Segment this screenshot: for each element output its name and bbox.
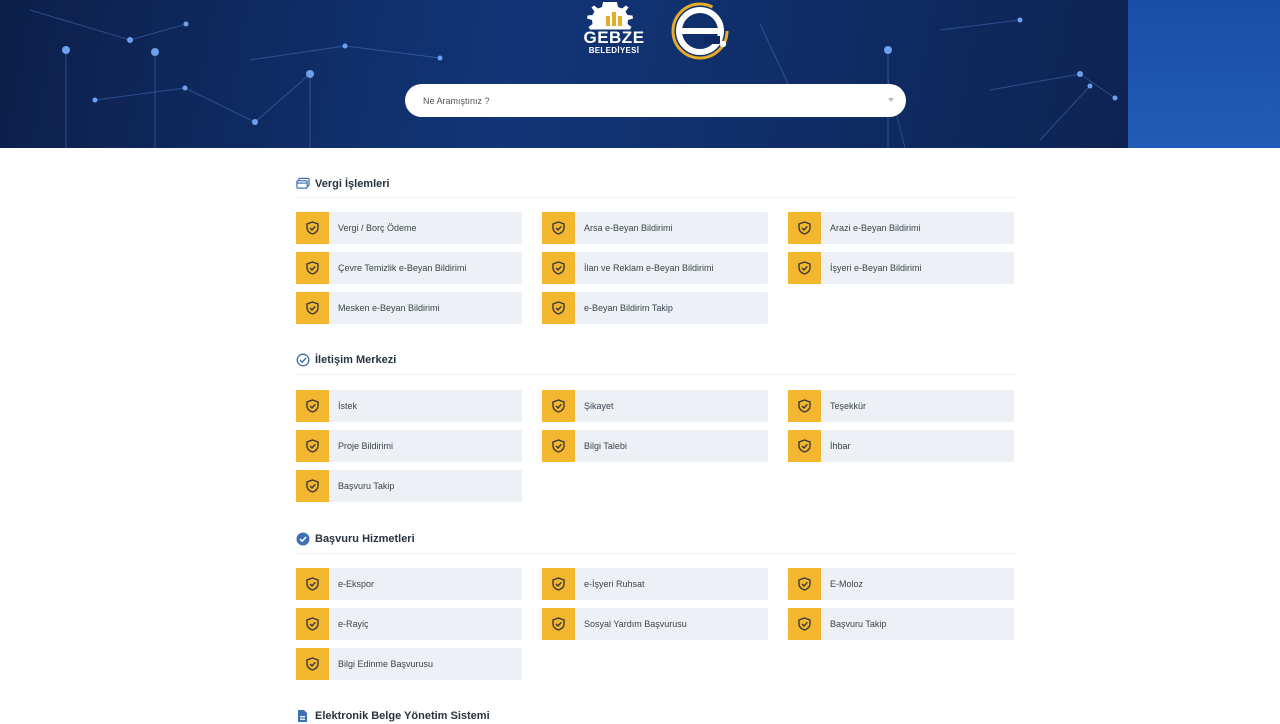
- shield-check-icon: [296, 430, 329, 462]
- shield-check-icon: [788, 212, 821, 244]
- shield-check-icon: [296, 648, 329, 680]
- service-label: Bilgi Talebi: [584, 441, 627, 451]
- divider: [296, 197, 1016, 198]
- shield-check-icon: [788, 568, 821, 600]
- shield-check-icon: [542, 568, 575, 600]
- service-label: Bilgi Edinme Başvurusu: [338, 659, 434, 669]
- service-tile[interactable]: Bilgi Edinme Başvurusu: [296, 648, 522, 680]
- check-circle-outline-icon: [296, 353, 310, 367]
- shield-check-icon: [296, 608, 329, 640]
- service-tile[interactable]: e-Beyan Bildirim Takip: [542, 292, 768, 324]
- header-side-panel: [1128, 0, 1280, 148]
- logo-text-belediyesi: BELEDİYESİ: [588, 46, 640, 55]
- service-tile[interactable]: İlan ve Reklam e-Beyan Bildirimi: [542, 252, 768, 284]
- section-title: Başvuru Hizmetleri: [315, 533, 415, 545]
- check-circle-filled-icon: [296, 532, 310, 546]
- section-header: Vergi İşlemleri: [296, 176, 390, 192]
- service-label: e-Ekspor: [338, 579, 375, 589]
- search-input[interactable]: [423, 95, 888, 106]
- service-label: E-Moloz: [830, 579, 864, 589]
- service-label: Şikayet: [584, 401, 614, 411]
- service-tile[interactable]: e-Ekspor: [296, 568, 522, 600]
- service-tile[interactable]: Bilgi Talebi: [542, 430, 768, 462]
- service-tile[interactable]: Vergi / Borç Ödeme: [296, 212, 522, 244]
- shield-check-icon: [788, 390, 821, 422]
- e-belediye-logo[interactable]: [670, 0, 732, 62]
- divider: [296, 553, 1016, 554]
- section-header: Başvuru Hizmetleri: [296, 531, 415, 547]
- shield-check-icon: [542, 390, 575, 422]
- header-banner: GEBZE BELEDİYESİ: [0, 0, 1280, 148]
- shield-check-icon: [542, 292, 575, 324]
- service-tile[interactable]: İstek: [296, 390, 522, 422]
- service-label: Arazi e-Beyan Bildirimi: [830, 223, 921, 233]
- service-label: İlan ve Reklam e-Beyan Bildirimi: [584, 263, 714, 273]
- service-label: e-Rayiç: [338, 619, 369, 629]
- shield-check-icon: [542, 430, 575, 462]
- document-icon: [296, 709, 310, 723]
- e-logo-icon: [671, 2, 729, 60]
- service-label: İşyeri e-Beyan Bildirimi: [830, 263, 922, 273]
- chevron-down-icon[interactable]: [888, 98, 894, 102]
- service-label: Çevre Temizlik e-Beyan Bildirimi: [338, 263, 467, 273]
- service-tile[interactable]: E-Moloz: [788, 568, 1014, 600]
- shield-check-icon: [296, 252, 329, 284]
- service-tile[interactable]: Başvuru Takip: [788, 608, 1014, 640]
- cards-icon: [296, 177, 310, 191]
- service-tile[interactable]: Mesken e-Beyan Bildirimi: [296, 292, 522, 324]
- section-header: Elektronik Belge Yönetim Sistemi: [296, 708, 490, 724]
- service-label: Sosyal Yardım Başvurusu: [584, 619, 687, 629]
- shield-check-icon: [788, 430, 821, 462]
- service-tile[interactable]: Başvuru Takip: [296, 470, 522, 502]
- service-label: Proje Bildirimi: [338, 441, 394, 451]
- section-title: Elektronik Belge Yönetim Sistemi: [315, 710, 490, 722]
- shield-check-icon: [296, 292, 329, 324]
- service-tile[interactable]: Arsa e-Beyan Bildirimi: [542, 212, 768, 244]
- service-tile[interactable]: Arazi e-Beyan Bildirimi: [788, 212, 1014, 244]
- service-label: e-İşyeri Ruhsat: [584, 579, 645, 589]
- divider: [296, 374, 1016, 375]
- service-tile[interactable]: e-Rayiç: [296, 608, 522, 640]
- service-label: Arsa e-Beyan Bildirimi: [584, 223, 673, 233]
- logo-group: GEBZE BELEDİYESİ: [580, 0, 740, 66]
- shield-check-icon: [296, 390, 329, 422]
- service-label: Teşekkür: [830, 401, 867, 411]
- service-tile[interactable]: Proje Bildirimi: [296, 430, 522, 462]
- service-label: Başvuru Takip: [830, 619, 887, 629]
- service-label: Vergi / Borç Ödeme: [338, 223, 417, 233]
- gebze-belediyesi-logo[interactable]: GEBZE BELEDİYESİ: [580, 0, 648, 62]
- service-tile[interactable]: Teşekkür: [788, 390, 1014, 422]
- section-header: İletişim Merkezi: [296, 352, 396, 368]
- service-label: Mesken e-Beyan Bildirimi: [338, 303, 440, 313]
- shield-check-icon: [542, 608, 575, 640]
- service-label: e-Beyan Bildirim Takip: [584, 303, 673, 313]
- service-tile[interactable]: İhbar: [788, 430, 1014, 462]
- service-tile[interactable]: Şikayet: [542, 390, 768, 422]
- search-bar[interactable]: [405, 84, 906, 117]
- service-label: Başvuru Takip: [338, 481, 395, 491]
- section-title: Vergi İşlemleri: [315, 178, 390, 190]
- service-tile[interactable]: Çevre Temizlik e-Beyan Bildirimi: [296, 252, 522, 284]
- shield-check-icon: [296, 470, 329, 502]
- section-title: İletişim Merkezi: [315, 354, 397, 366]
- shield-check-icon: [296, 568, 329, 600]
- service-tile[interactable]: İşyeri e-Beyan Bildirimi: [788, 252, 1014, 284]
- shield-check-icon: [788, 252, 821, 284]
- service-tile[interactable]: e-İşyeri Ruhsat: [542, 568, 768, 600]
- logo-text-gebze: GEBZE: [583, 28, 645, 47]
- shield-check-icon: [542, 252, 575, 284]
- gebze-logo-text: GEBZE BELEDİYESİ: [582, 29, 646, 55]
- service-tile[interactable]: Sosyal Yardım Başvurusu: [542, 608, 768, 640]
- shield-check-icon: [542, 212, 575, 244]
- shield-check-icon: [296, 212, 329, 244]
- shield-check-icon: [788, 608, 821, 640]
- service-label: İstek: [338, 401, 358, 411]
- service-label: İhbar: [830, 441, 851, 451]
